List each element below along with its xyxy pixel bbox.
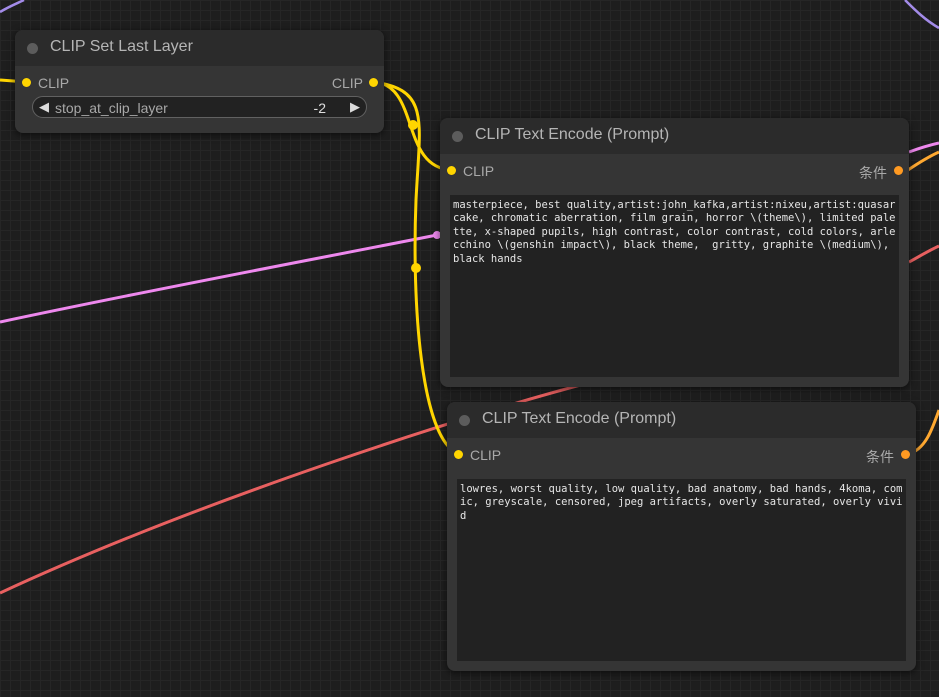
clip-input-label: CLIP: [463, 163, 495, 179]
node-title: CLIP Set Last Layer: [50, 38, 193, 55]
clip-text-encode-positive-node[interactable]: CLIP Text Encode (Prompt) CLIP 条件 master…: [440, 118, 909, 387]
node-header[interactable]: CLIP Text Encode (Prompt): [447, 402, 916, 438]
clip-text-encode-negative-node[interactable]: CLIP Text Encode (Prompt) CLIP 条件 lowres…: [447, 402, 916, 671]
purple-link-right: [904, 0, 939, 30]
widget-name: stop_at_clip_layer: [55, 100, 168, 116]
collapse-dot-icon[interactable]: [459, 415, 470, 426]
node-header[interactable]: CLIP Text Encode (Prompt): [440, 118, 909, 154]
reroute-dot-1[interactable]: [408, 120, 418, 130]
slot-row: CLIP 条件: [440, 161, 909, 181]
increment-arrow-icon[interactable]: ▶: [350, 99, 360, 115]
prompt-textarea[interactable]: masterpiece, best quality,artist:john_ka…: [450, 195, 899, 377]
conditioning-output-label: 条件: [866, 449, 894, 465]
reroute-dot-2[interactable]: [411, 263, 421, 273]
slot-row: CLIP 条件: [447, 445, 916, 465]
clip-set-last-layer-node[interactable]: CLIP Set Last Layer CLIP CLIP ◀ stop_at_…: [15, 30, 384, 133]
collapse-dot-icon[interactable]: [452, 131, 463, 142]
slot-row: CLIP CLIP: [15, 73, 384, 93]
clip-input-slot[interactable]: [454, 450, 463, 459]
graph-canvas[interactable]: CLIP Set Last Layer CLIP CLIP ◀ stop_at_…: [0, 0, 939, 697]
node-header[interactable]: CLIP Set Last Layer: [15, 30, 384, 66]
purple-link-left: [0, 0, 25, 14]
conditioning-link-top: [907, 150, 939, 172]
conditioning-output-slot[interactable]: [894, 166, 903, 175]
pink-link: [0, 233, 438, 324]
conditioning-output-slot[interactable]: [901, 450, 910, 459]
decrement-arrow-icon[interactable]: ◀: [39, 99, 49, 115]
widget-value[interactable]: -2: [314, 100, 326, 116]
clip-input-label: CLIP: [38, 75, 70, 91]
conditioning-output-label: 条件: [859, 165, 887, 181]
node-title: CLIP Text Encode (Prompt): [475, 126, 670, 143]
clip-output-slot[interactable]: [369, 78, 378, 87]
prompt-textarea[interactable]: lowres, worst quality, low quality, bad …: [457, 479, 906, 661]
stop-at-clip-layer-widget[interactable]: ◀ stop_at_clip_layer -2 ▶: [32, 96, 367, 118]
red-link-right: [908, 244, 939, 264]
clip-output-label: CLIP: [331, 75, 363, 91]
clip-input-slot[interactable]: [22, 78, 31, 87]
collapse-dot-icon[interactable]: [27, 43, 38, 54]
node-title: CLIP Text Encode (Prompt): [482, 410, 677, 427]
clip-input-label: CLIP: [470, 447, 502, 463]
pink-link-right: [908, 141, 939, 154]
clip-input-slot[interactable]: [447, 166, 456, 175]
